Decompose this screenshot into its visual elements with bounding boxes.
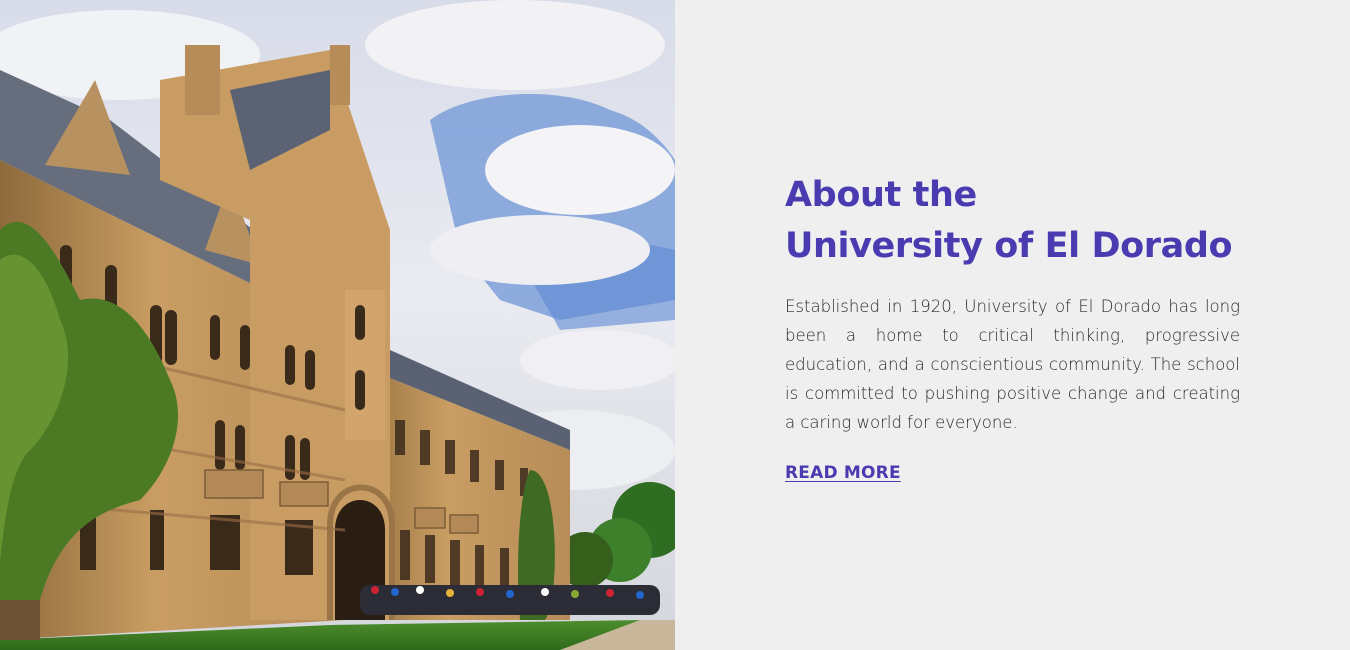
about-title-line-2: University of El Dorado — [785, 226, 1233, 266]
about-title-line-1: About the — [785, 175, 977, 215]
about-description: Established in 1920, University of El Do… — [785, 297, 1240, 432]
building-illustration — [0, 0, 675, 650]
about-panel: About the University of El Dorado Establ… — [675, 0, 1350, 650]
university-building-photo — [0, 0, 675, 650]
about-title: About the University of El Dorado — [785, 170, 1240, 272]
read-more-link[interactable]: READ MORE — [785, 463, 901, 483]
about-content: About the University of El Dorado Establ… — [785, 170, 1240, 483]
about-section: About the University of El Dorado Establ… — [0, 0, 1350, 650]
